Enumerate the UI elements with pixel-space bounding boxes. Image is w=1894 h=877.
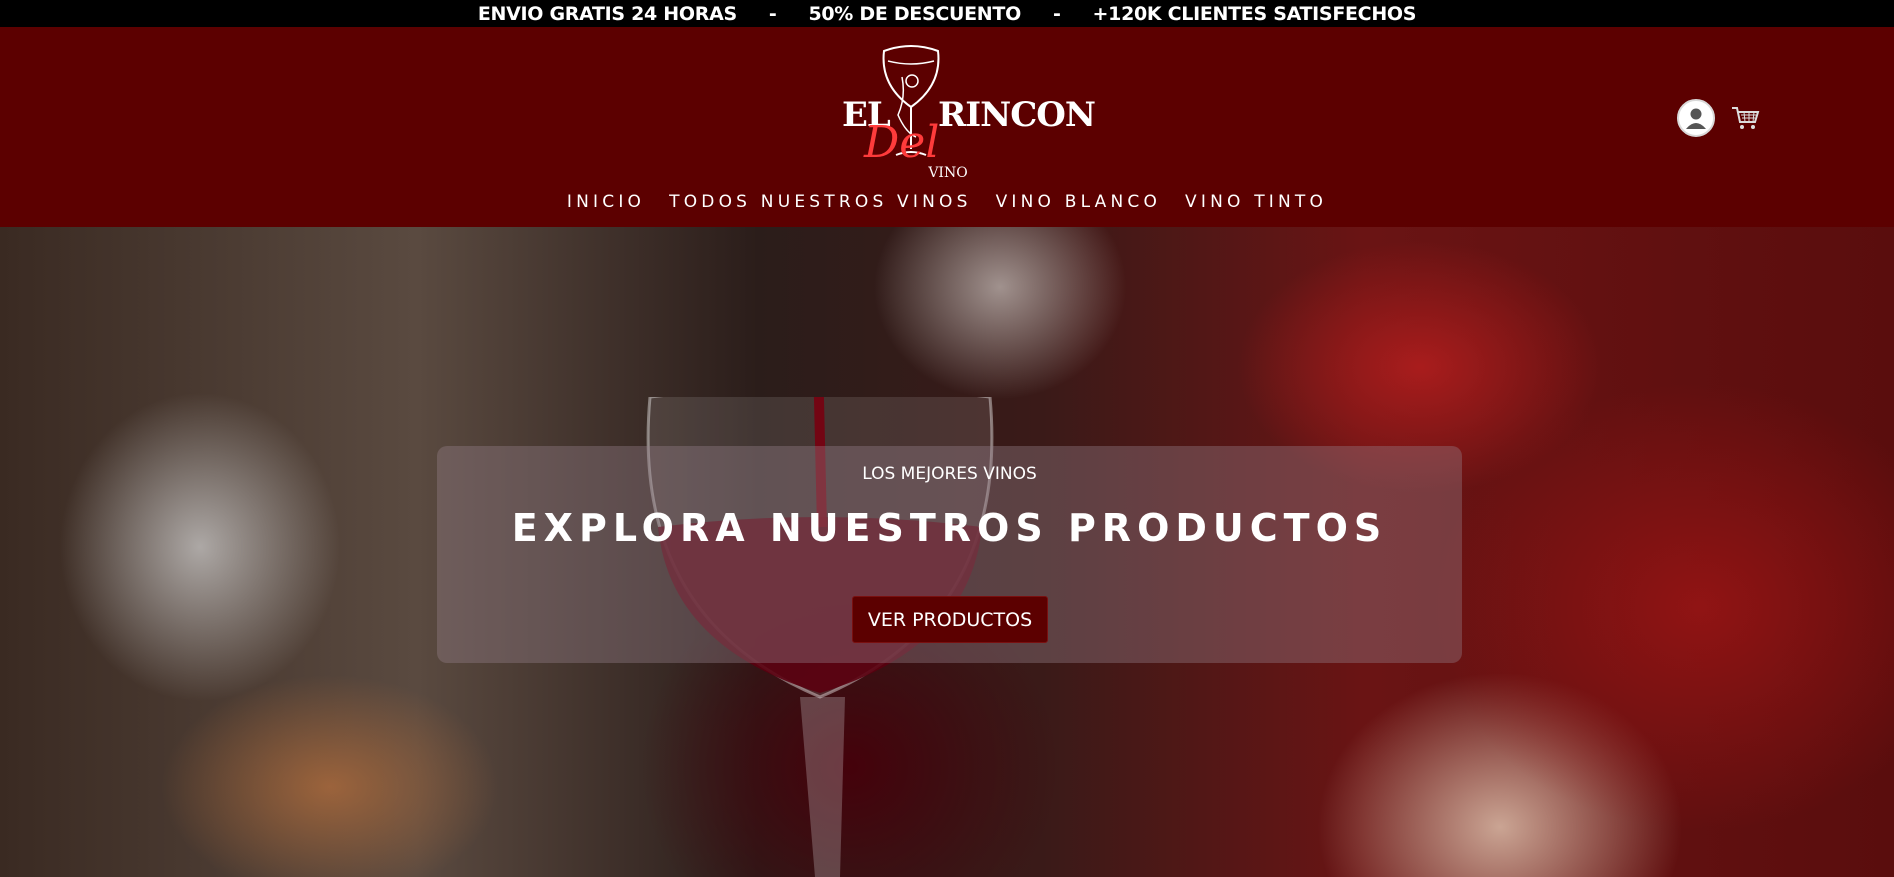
- nav-item-vino-tinto[interactable]: VINO TINTO: [1185, 192, 1327, 222]
- ver-productos-button[interactable]: VER PRODUCTOS: [852, 596, 1048, 643]
- user-icon[interactable]: [1677, 99, 1715, 137]
- hero-kicker: LOS MEJORES VINOS: [862, 464, 1037, 484]
- announcement-bar: ENVIO GRATIS 24 HORAS - 50% DE DESCUENTO…: [0, 0, 1894, 27]
- announcement-item: ENVIO GRATIS 24 HORAS: [477, 2, 737, 25]
- logo-text-del: Del: [864, 117, 940, 168]
- nav-item-vino-blanco[interactable]: VINO BLANCO: [996, 192, 1161, 222]
- logo-text-rincon: RINCON: [938, 95, 1096, 135]
- hero-title: EXPLORA NUESTROS PRODUCTOS: [511, 506, 1388, 550]
- announcement-separator: -: [1052, 2, 1061, 25]
- logo-text-vino: VINO: [928, 165, 968, 181]
- announcement-separator: -: [768, 2, 777, 25]
- main-nav: INICIO TODOS NUESTROS VINOS VINO BLANCO …: [0, 192, 1894, 222]
- nav-item-todos-nuestros-vinos[interactable]: TODOS NUESTROS VINOS: [669, 192, 971, 222]
- site-header: EL RINCON Del VINO INICIO TODOS NUESTROS…: [0, 27, 1894, 227]
- cart-icon[interactable]: [1730, 103, 1760, 133]
- announcement-item: +120K CLIENTES SATISFECHOS: [1092, 2, 1417, 25]
- hero-panel: LOS MEJORES VINOS EXPLORA NUESTROS PRODU…: [437, 446, 1462, 663]
- site-logo[interactable]: EL RINCON Del VINO: [838, 37, 1096, 181]
- announcement-item: 50% DE DESCUENTO: [808, 2, 1021, 25]
- nav-item-inicio[interactable]: INICIO: [567, 192, 645, 222]
- user-silhouette-icon: [1686, 108, 1706, 129]
